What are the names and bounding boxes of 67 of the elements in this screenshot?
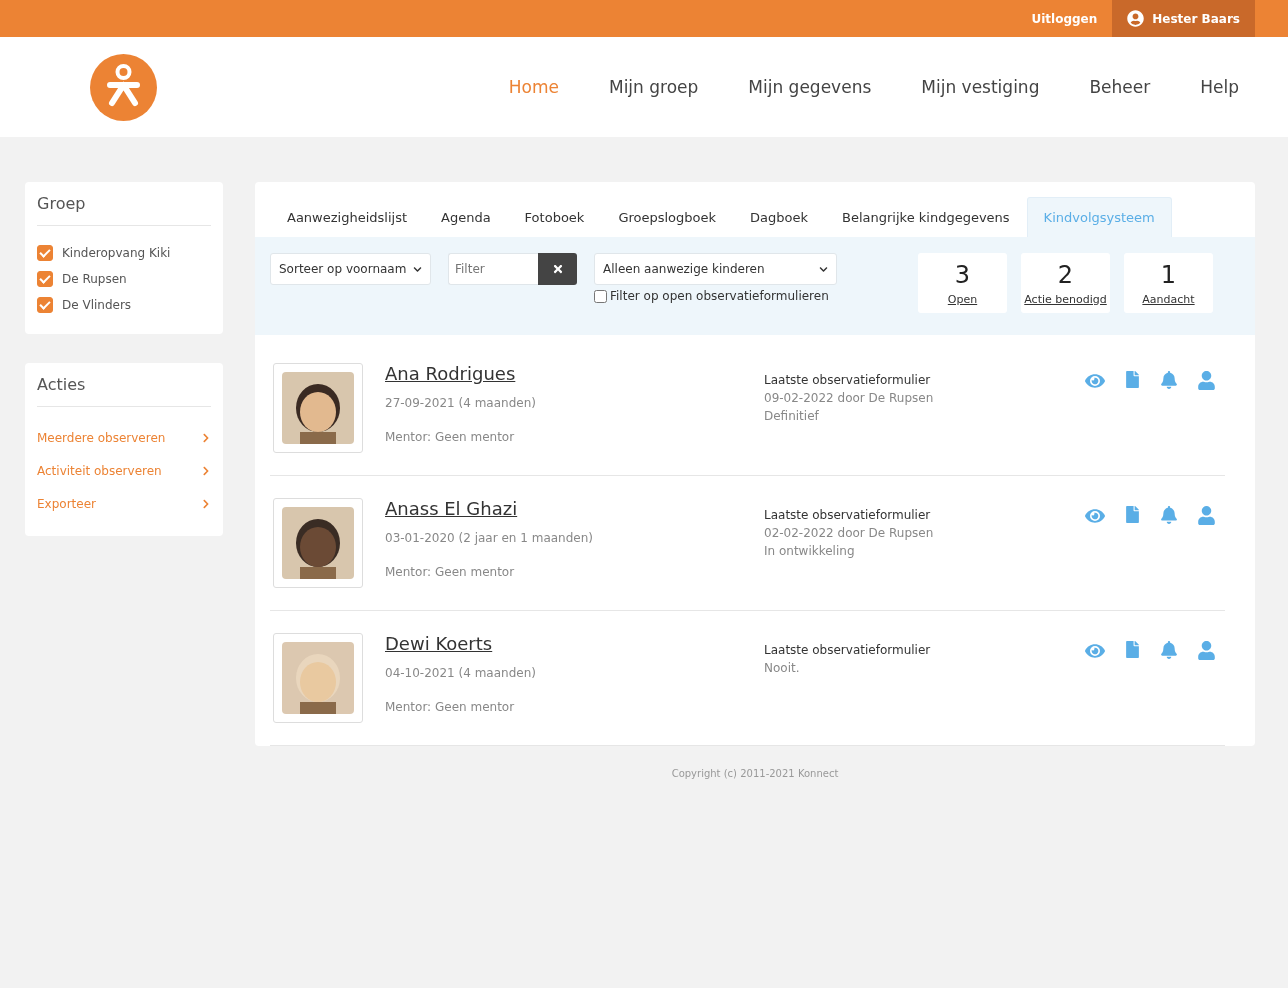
eye-icon[interactable] [1084, 641, 1106, 661]
chevron-icon [413, 264, 422, 274]
presence-select[interactable]: Alleen aanwezige kinderen [594, 253, 837, 285]
filter-input[interactable]: Filter [448, 253, 538, 285]
copyright-text: Copyright (c) 2011-2021 Konnect [671, 768, 839, 779]
person-icon[interactable] [1195, 641, 1217, 660]
mentor-text: Mentor: Geen mentor [385, 430, 516, 444]
person-icon[interactable] [1195, 506, 1217, 525]
counter-link[interactable]: Actie benodigd [1024, 292, 1107, 306]
bell-icon[interactable] [1158, 371, 1180, 389]
chevron-icon [819, 264, 828, 274]
tab[interactable]: Dagboek [733, 197, 825, 237]
nav-link[interactable]: Mijn gegevens [711, 77, 885, 97]
form-status: In ontwikkeling [764, 543, 856, 560]
counter-link[interactable]: Aandacht [1142, 292, 1195, 306]
eye-icon[interactable] [1084, 506, 1106, 526]
tab[interactable]: Belangrijke kindgegevens [825, 197, 1027, 237]
form-status: 02-02-2022 door De Rupsen [764, 525, 935, 542]
birth-date: 03-01-2020 (2 jaar en 1 maanden) [385, 530, 594, 547]
mentor-text: Mentor: Geen mentor [385, 565, 516, 579]
nav-link[interactable]: Help [1163, 77, 1252, 97]
birth-date: 27-09-2021 (4 maanden) [385, 395, 537, 412]
tab[interactable]: Aanwezigheidslijst [270, 197, 424, 237]
tab[interactable]: Fotoboek [507, 197, 602, 237]
mentor-text: Mentor: Geen mentor [385, 700, 516, 714]
bell-icon[interactable] [1158, 506, 1180, 524]
checkbox[interactable] [37, 245, 53, 261]
chevron-icon [201, 498, 211, 509]
child-name-link[interactable]: Ana Rodrigues [385, 363, 516, 384]
close-icon [551, 263, 564, 275]
logo-icon [90, 53, 157, 121]
eye-icon[interactable] [1084, 371, 1106, 391]
form-title: Laatste observatieformulier [764, 372, 932, 389]
bell-icon[interactable] [1158, 641, 1180, 659]
checkbox-label: Kinderopvang Kiki [62, 246, 171, 260]
tab[interactable]: Agenda [424, 197, 508, 237]
sort-select[interactable]: Sorteer op voornaam [270, 253, 431, 285]
counter-link[interactable]: Open [947, 292, 978, 306]
tab[interactable]: Groepslogboek [601, 197, 734, 237]
nav-link[interactable]: Beheer [1052, 77, 1164, 97]
card-title: Acties [37, 375, 211, 407]
user-icon [1127, 10, 1145, 27]
child-name-link[interactable]: Anass El Ghazi [385, 498, 518, 519]
form-title: Laatste observatieformulier [764, 642, 932, 659]
form-status: Nooit. [764, 660, 801, 677]
nav-link[interactable]: Mijn groep [571, 77, 712, 97]
child-name-link[interactable]: Dewi Koerts [385, 633, 493, 654]
checkbox[interactable] [37, 271, 53, 287]
birth-date: 04-10-2021 (4 maanden) [385, 665, 537, 682]
person-icon[interactable] [1195, 371, 1217, 390]
counter-value: 3 [954, 260, 971, 289]
chevron-icon [201, 432, 211, 443]
checkbox-label: Filter op open observatieformulieren [610, 289, 829, 303]
checkbox-label: De Rupsen [62, 272, 127, 286]
user-menu-button[interactable]: Hester Baars [1112, 0, 1255, 37]
chevron-icon [201, 465, 211, 476]
form-status: 09-02-2022 door De Rupsen [764, 390, 935, 407]
checkbox[interactable] [37, 297, 53, 313]
clear-button[interactable] [538, 253, 577, 285]
form-title: Laatste observatieformulier [764, 507, 932, 524]
checkbox-label: De Vlinders [62, 298, 132, 312]
card-title: Groep [37, 194, 211, 226]
nav-link[interactable]: Mijn vestiging [884, 77, 1053, 97]
counter-value: 2 [1057, 260, 1074, 289]
counter-value: 1 [1160, 260, 1177, 289]
form-status: Definitief [764, 408, 820, 425]
checkbox[interactable] [594, 289, 607, 303]
